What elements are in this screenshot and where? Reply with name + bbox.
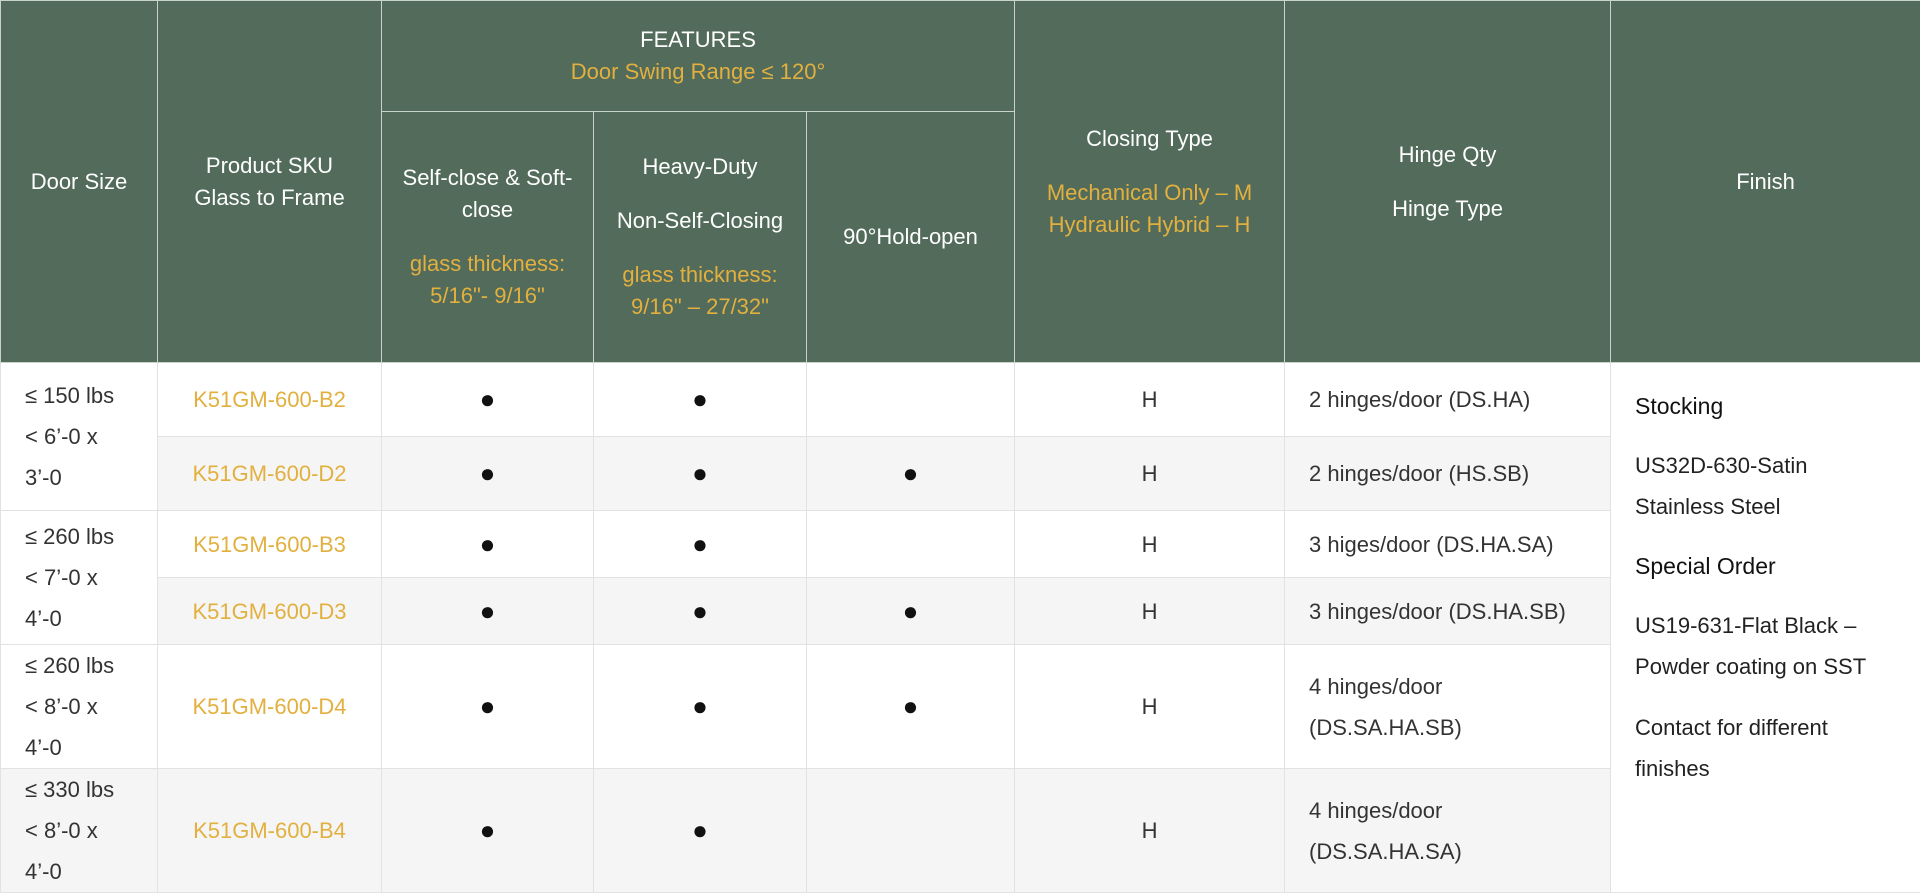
sku-link[interactable]: K51GM-600-D4 bbox=[158, 645, 382, 769]
closing-type-value: H bbox=[1015, 645, 1285, 769]
special-order-heading: Special Order bbox=[1635, 547, 1896, 585]
self-close-mark: ● bbox=[382, 363, 594, 437]
heavy-duty-mark: ● bbox=[594, 363, 807, 437]
contact-text: Contact for different finishes bbox=[1635, 707, 1896, 789]
self-close-mark: ● bbox=[382, 511, 594, 578]
closing-type-value: H bbox=[1015, 437, 1285, 511]
header-self-close: Self-close & Soft-close glass thickness:… bbox=[382, 112, 594, 363]
finish-cell: Stocking US32D-630-Satin Stainless Steel… bbox=[1611, 363, 1920, 893]
sku-link[interactable]: K51GM-600-B3 bbox=[158, 511, 382, 578]
sku-link[interactable]: K51GM-600-B2 bbox=[158, 363, 382, 437]
hinge-value: 2 hinges/door (DS.HA) bbox=[1285, 363, 1611, 437]
stocking-heading: Stocking bbox=[1635, 387, 1896, 425]
hinge-value: 4 hinges/door(DS.SA.HA.SA) bbox=[1285, 769, 1611, 893]
hold-open-mark: ● bbox=[807, 578, 1015, 645]
header-finish: Finish bbox=[1611, 1, 1920, 363]
hold-open-mark: ● bbox=[807, 437, 1015, 511]
stocking-text: US32D-630-Satin Stainless Steel bbox=[1635, 445, 1896, 527]
closing-type-value: H bbox=[1015, 769, 1285, 893]
sku-link[interactable]: K51GM-600-D3 bbox=[158, 578, 382, 645]
door-size-cell: ≤ 330 lbs< 8’-0 x 4’-0 bbox=[1, 769, 158, 893]
self-close-mark: ● bbox=[382, 769, 594, 893]
door-size-cell: ≤ 260 lbs< 7’-0 x 4’-0 bbox=[1, 511, 158, 645]
hold-open-mark bbox=[807, 363, 1015, 437]
door-size-cell: ≤ 150 lbs< 6’-0 x 3’-0 bbox=[1, 363, 158, 511]
hold-open-mark: ● bbox=[807, 645, 1015, 769]
hold-open-mark bbox=[807, 769, 1015, 893]
hinge-value: 3 hinges/door (DS.HA.SB) bbox=[1285, 578, 1611, 645]
heavy-duty-mark: ● bbox=[594, 769, 807, 893]
special-order-text: US19-631-Flat Black – Powder coating on … bbox=[1635, 605, 1896, 687]
hinge-value: 2 hinges/door (HS.SB) bbox=[1285, 437, 1611, 511]
hinge-value: 3 higes/door (DS.HA.SA) bbox=[1285, 511, 1611, 578]
hinge-value: 4 hinges/door(DS.SA.HA.SB) bbox=[1285, 645, 1611, 769]
heavy-duty-mark: ● bbox=[594, 511, 807, 578]
heavy-duty-mark: ● bbox=[594, 645, 807, 769]
sku-link[interactable]: K51GM-600-B4 bbox=[158, 769, 382, 893]
product-spec-table: Door Size Product SKU Glass to Frame FEA… bbox=[0, 0, 1920, 893]
header-closing-type: Closing Type Mechanical Only – M Hydraul… bbox=[1015, 1, 1285, 363]
header-hinge: Hinge Qty Hinge Type bbox=[1285, 1, 1611, 363]
header-door-size: Door Size bbox=[1, 1, 158, 363]
table-row: ≤ 150 lbs< 6’-0 x 3’-0 K51GM-600-B2 ● ● … bbox=[1, 363, 1920, 437]
closing-type-value: H bbox=[1015, 578, 1285, 645]
heavy-duty-mark: ● bbox=[594, 437, 807, 511]
hold-open-mark bbox=[807, 511, 1015, 578]
self-close-mark: ● bbox=[382, 645, 594, 769]
self-close-mark: ● bbox=[382, 437, 594, 511]
header-hold-open: 90°Hold-open bbox=[807, 112, 1015, 363]
sku-link[interactable]: K51GM-600-D2 bbox=[158, 437, 382, 511]
header-heavy-duty: Heavy-Duty Non-Self-Closing glass thickn… bbox=[594, 112, 807, 363]
header-features: FEATURES Door Swing Range ≤ 120° bbox=[382, 1, 1015, 112]
door-size-cell: ≤ 260 lbs< 8’-0 x 4’-0 bbox=[1, 645, 158, 769]
closing-type-value: H bbox=[1015, 363, 1285, 437]
self-close-mark: ● bbox=[382, 578, 594, 645]
features-swing-range: Door Swing Range ≤ 120° bbox=[571, 59, 825, 84]
header-product-sku: Product SKU Glass to Frame bbox=[158, 1, 382, 363]
closing-type-value: H bbox=[1015, 511, 1285, 578]
heavy-duty-mark: ● bbox=[594, 578, 807, 645]
